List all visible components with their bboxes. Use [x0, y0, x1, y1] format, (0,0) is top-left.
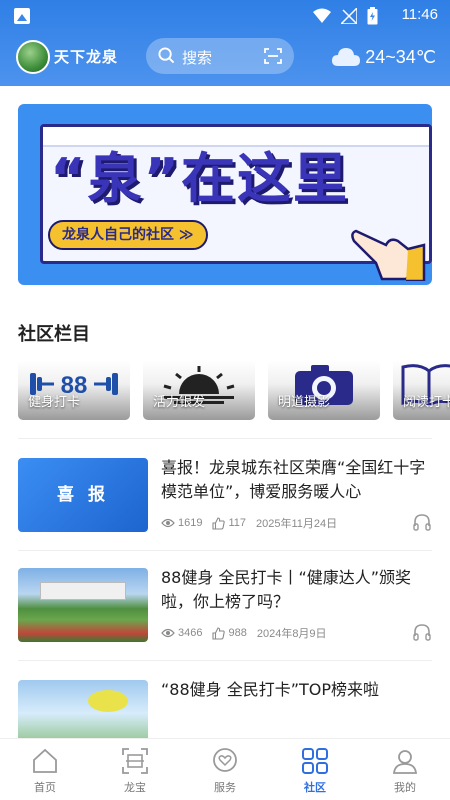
no-signal-icon: [341, 8, 357, 24]
category-label: 活力银发: [153, 395, 206, 410]
tab-label: 服务: [214, 781, 236, 794]
thumbs-up-icon: [212, 516, 226, 530]
image-notification-icon: [14, 8, 30, 24]
search-bar[interactable]: 搜索: [146, 38, 294, 74]
tab-label: 龙宝: [124, 781, 146, 794]
battery-charging-icon: [367, 7, 378, 25]
tab-longbao[interactable]: 龙宝: [90, 739, 180, 800]
eye-icon: [161, 518, 175, 528]
app-header: 天下龙泉 搜索 24~34℃: [0, 36, 450, 82]
thumbnail-banner: [40, 582, 126, 600]
news-item[interactable]: 喜 报 喜报！龙泉城东社区荣膺“全国红十字模范单位”，博爱服务暖人心 1619 …: [18, 458, 432, 558]
banner-tagline: 龙泉人自己的社区 ≫: [48, 220, 208, 250]
status-time: 11:46: [401, 6, 438, 23]
category-silver[interactable]: 活力银发: [143, 360, 255, 420]
promo-banner[interactable]: “泉”在这里 龙泉人自己的社区 ≫: [18, 104, 432, 285]
news-title: “88健身 全民打卡”TOP榜来啦: [161, 680, 380, 699]
profile-icon: [392, 750, 418, 774]
tab-community[interactable]: 社区: [270, 739, 360, 800]
news-date: 2025年11月24日: [256, 518, 338, 530]
tab-profile[interactable]: 我的: [360, 739, 450, 800]
search-placeholder: 搜索: [182, 49, 213, 67]
home-icon: [33, 748, 57, 773]
divider: [18, 438, 432, 439]
news-meta: 3466 988 2024年8月9日: [161, 625, 327, 641]
grid-icon: [302, 748, 328, 774]
status-bar: 11:46: [0, 0, 450, 32]
category-list: 88 健身打卡 活力银发 明道摄影 阅读打卡: [18, 360, 450, 422]
banner-title: “泉”在这里: [50, 147, 349, 210]
thumbnail-text: 喜 报: [57, 485, 109, 505]
tab-home[interactable]: 首页: [0, 739, 90, 800]
tab-label: 首页: [34, 781, 56, 794]
bottom-tab-bar: 首页 龙宝 服务 社区 我的: [0, 738, 450, 800]
scan-icon[interactable]: [264, 48, 282, 64]
weather-widget[interactable]: 24~34℃: [331, 40, 436, 74]
app-name: 天下龙泉: [54, 48, 119, 66]
tab-label: 社区: [304, 781, 326, 794]
category-label: 明道摄影: [278, 395, 331, 410]
divider: [18, 550, 432, 551]
headphones-icon[interactable]: [412, 512, 432, 532]
view-count: 3466: [178, 627, 203, 639]
category-label: 阅读打卡: [403, 395, 450, 410]
like-count: 988: [228, 627, 247, 639]
heart-chat-icon: [213, 748, 237, 772]
view-count: 1619: [178, 517, 203, 529]
divider: [18, 660, 432, 661]
wifi-icon: [313, 8, 331, 23]
tab-label: 我的: [394, 781, 416, 794]
news-item[interactable]: 88健身 全民打卡丨“健康达人”颁奖啦，你上榜了吗？ 3466 988 2024…: [18, 568, 432, 668]
app-logo[interactable]: [16, 40, 50, 74]
news-thumbnail: 喜 报: [18, 458, 148, 532]
scan-frame-icon: [122, 748, 148, 774]
news-title: 喜报！龙泉城东社区荣膺“全国红十字模范单位”，博爱服务暖人心: [161, 458, 426, 501]
headphones-icon[interactable]: [412, 622, 432, 642]
pointing-hand-icon: [351, 229, 426, 281]
news-meta: 1619 117 2025年11月24日: [161, 515, 337, 531]
news-thumbnail: [18, 568, 148, 642]
eye-icon: [161, 628, 175, 638]
top-header: 11:46 天下龙泉 搜索 24~34℃: [0, 0, 450, 86]
search-icon: [158, 47, 175, 64]
section-title: 社区栏目: [18, 324, 90, 345]
tab-service[interactable]: 服务: [180, 739, 270, 800]
like-count: 117: [228, 517, 247, 529]
weather-temperature: 24~34℃: [365, 46, 436, 67]
category-fitness[interactable]: 88 健身打卡: [18, 360, 130, 420]
cloud-icon: [332, 48, 361, 66]
news-title: 88健身 全民打卡丨“健康达人”颁奖啦，你上榜了吗？: [161, 568, 412, 611]
thumbs-up-icon: [212, 626, 226, 640]
category-label: 健身打卡: [28, 395, 81, 410]
category-photography[interactable]: 明道摄影: [268, 360, 380, 420]
news-date: 2024年8月9日: [256, 628, 327, 640]
category-reading[interactable]: 阅读打卡: [393, 360, 450, 420]
thumbnail-shape: [88, 690, 128, 712]
